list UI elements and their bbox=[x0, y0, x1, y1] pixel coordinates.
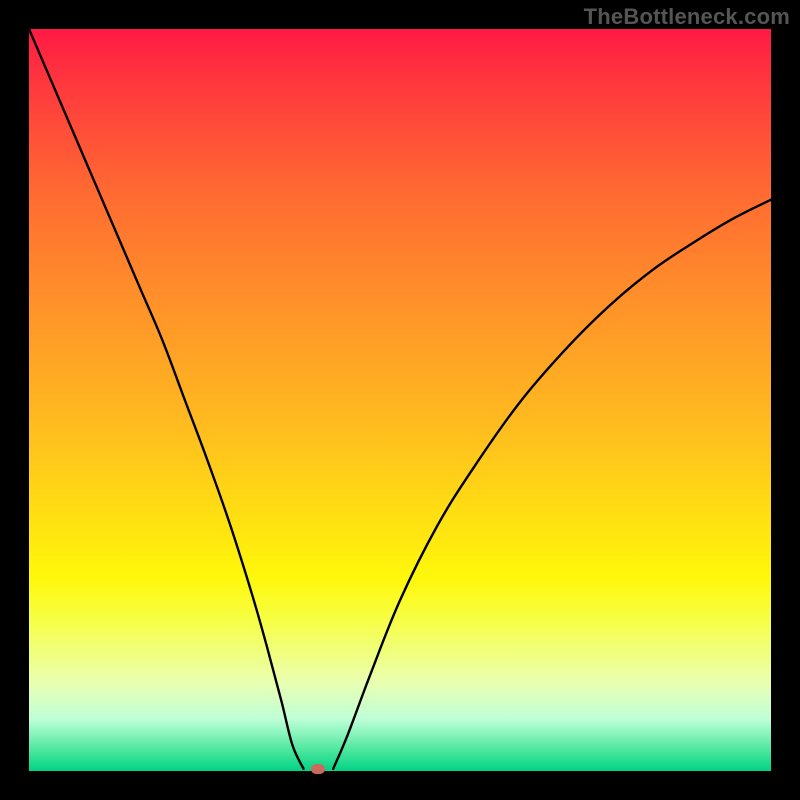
watermark-label: TheBottleneck.com bbox=[584, 4, 790, 30]
curve-left-branch bbox=[29, 29, 304, 769]
plot-area bbox=[29, 29, 771, 771]
curve-right-branch bbox=[333, 200, 771, 769]
optimal-marker bbox=[311, 764, 325, 774]
chart-frame: TheBottleneck.com bbox=[0, 0, 800, 800]
bottleneck-curve bbox=[29, 29, 771, 771]
